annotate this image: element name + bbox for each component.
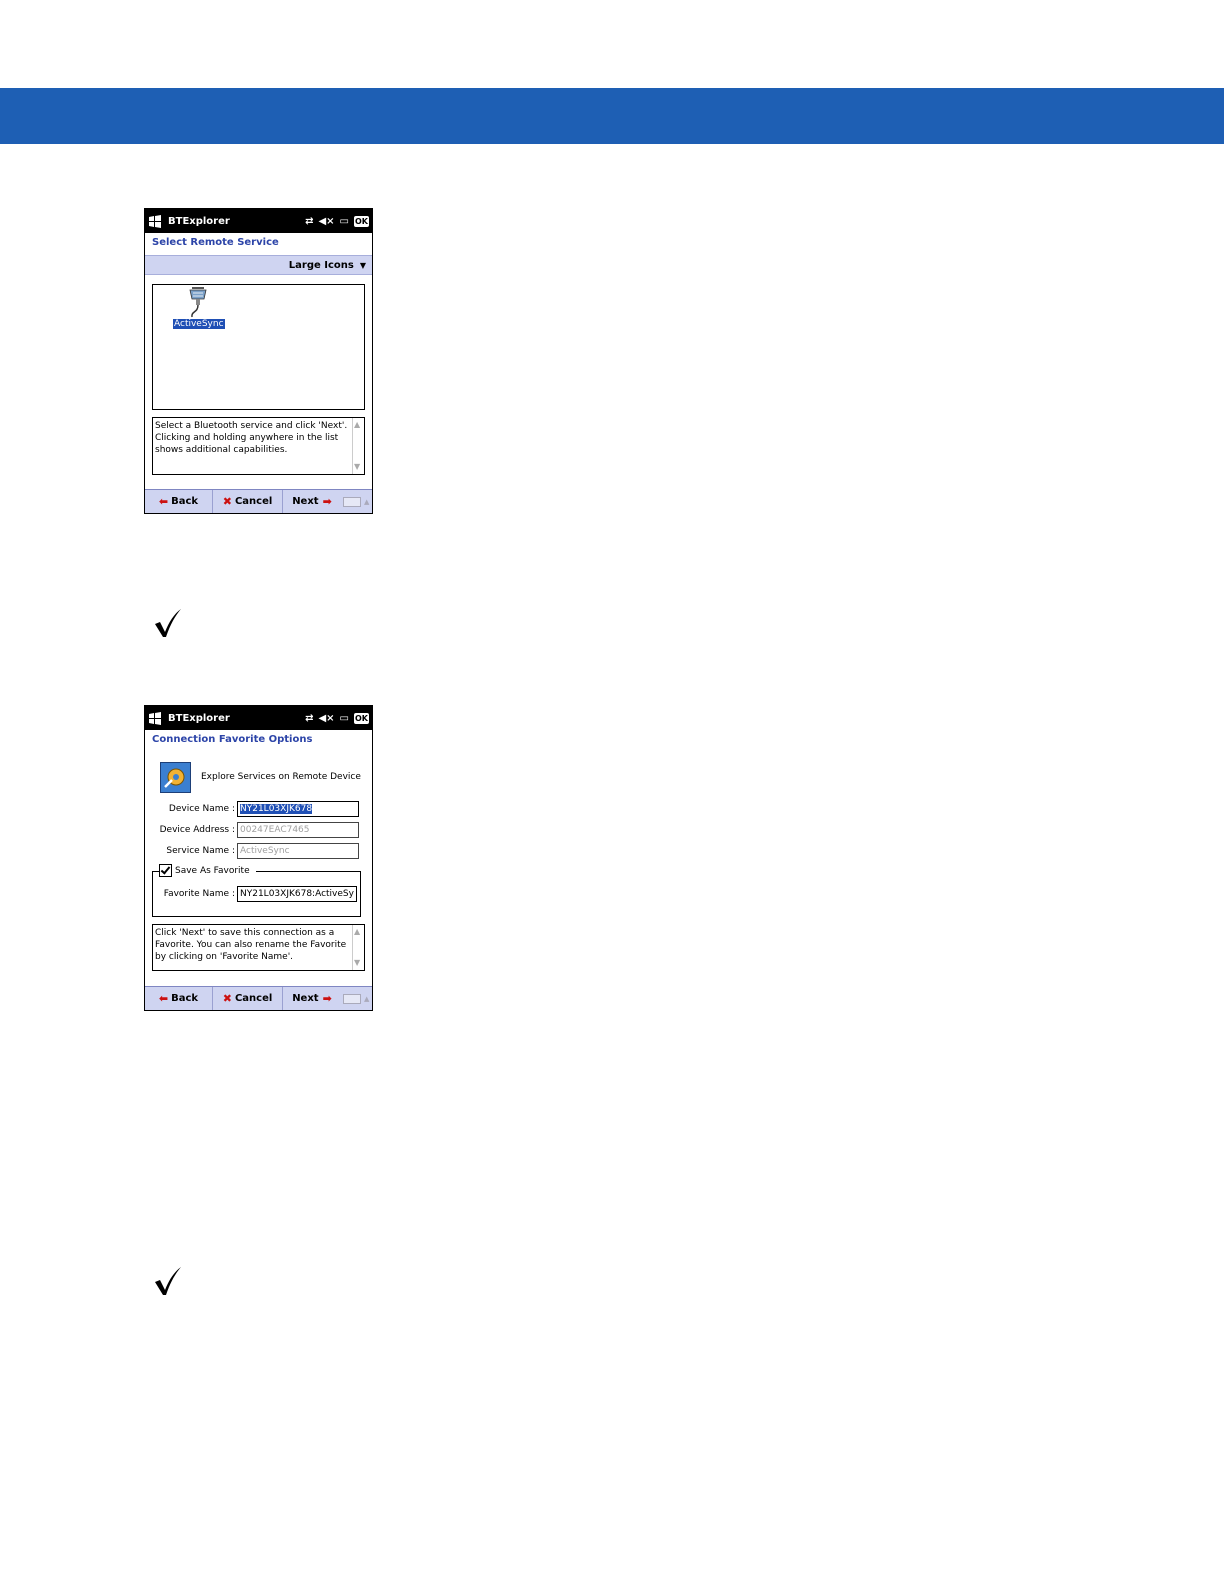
- app-title: BTExplorer: [168, 215, 230, 227]
- service-item-activesync[interactable]: ActiveSync: [173, 319, 225, 329]
- screen-connection-favorite-options: BTExplorer ⇄ ◀× ▭ OK Connection Favorite…: [144, 705, 373, 1011]
- cancel-button[interactable]: ✖ Cancel: [213, 490, 283, 513]
- help-text: Select a Bluetooth service and click 'Ne…: [155, 421, 348, 455]
- keyboard-icon[interactable]: [343, 496, 361, 507]
- soft-key-bar: ⬅ Back ✖ Cancel Next ➡ ▲: [145, 489, 372, 513]
- back-label: Back: [171, 496, 199, 507]
- connectivity-icon[interactable]: ⇄: [305, 216, 313, 227]
- ok-button[interactable]: OK: [354, 215, 369, 227]
- back-button[interactable]: ⬅ Back: [145, 490, 213, 513]
- title-bar: BTExplorer ⇄ ◀× ▭ OK: [145, 706, 372, 730]
- service-list[interactable]: ActiveSync: [152, 284, 365, 410]
- note-checkmark-icon: [155, 609, 181, 637]
- explore-services-gear-icon: [160, 761, 191, 793]
- next-label: Next: [292, 993, 319, 1004]
- favorite-name-label: Favorite Name :: [163, 889, 235, 899]
- scroll-down-icon[interactable]: ▼: [354, 957, 360, 969]
- save-favorite-checkbox-row[interactable]: Save As Favorite: [159, 864, 256, 877]
- view-mode-label: Large Icons: [288, 259, 354, 271]
- speaker-muted-icon[interactable]: ◀×: [318, 216, 334, 227]
- view-mode-dropdown[interactable]: Large Icons ▼: [145, 255, 372, 275]
- battery-icon[interactable]: ▭: [340, 216, 349, 227]
- service-name-row: Service Name : ActiveSync: [145, 840, 372, 861]
- speaker-muted-icon[interactable]: ◀×: [318, 713, 334, 724]
- next-button[interactable]: Next ➡: [283, 987, 341, 1010]
- note-checkmark-icon: [155, 1267, 181, 1295]
- save-favorite-label: Save As Favorite: [175, 865, 250, 876]
- explore-services-label: Explore Services on Remote Device: [201, 772, 361, 782]
- help-text-box: Select a Bluetooth service and click 'Ne…: [152, 417, 365, 475]
- connectivity-icon[interactable]: ⇄: [305, 713, 313, 724]
- chevron-down-icon: ▼: [359, 260, 366, 270]
- back-label: Back: [171, 993, 199, 1004]
- next-label: Next: [292, 496, 319, 507]
- scroll-down-icon[interactable]: ▼: [354, 461, 360, 473]
- screen-select-remote-service: BTExplorer ⇄ ◀× ▭ OK Select Remote Servi…: [144, 208, 373, 514]
- device-address-field: 00247EAC7465: [237, 821, 359, 838]
- device-address-row: Device Address : 00247EAC7465: [145, 819, 372, 840]
- ok-button[interactable]: OK: [354, 712, 369, 724]
- help-scrollbar[interactable]: ▲ ▼: [352, 925, 364, 970]
- device-name-value: NY21L03XJK678: [240, 803, 313, 814]
- soft-key-bar: ⬅ Back ✖ Cancel Next ➡ ▲: [145, 986, 372, 1010]
- scroll-up-icon[interactable]: ▲: [354, 419, 360, 431]
- device-address-label: Device Address :: [159, 824, 235, 835]
- scroll-up-icon[interactable]: ▲: [354, 926, 360, 938]
- app-title: BTExplorer: [168, 712, 230, 724]
- cancel-label: Cancel: [234, 993, 273, 1004]
- cancel-button[interactable]: ✖ Cancel: [213, 987, 283, 1010]
- next-arrow-icon: ➡: [322, 495, 332, 508]
- page-title: Select Remote Service: [152, 237, 279, 248]
- next-arrow-icon: ➡: [322, 992, 332, 1005]
- close-icon: ✖: [222, 992, 232, 1005]
- battery-icon[interactable]: ▭: [340, 713, 349, 724]
- service-name-field: ActiveSync: [237, 842, 359, 859]
- cancel-label: Cancel: [234, 496, 273, 507]
- save-favorite-group: Save As Favorite Favorite Name : NY21L03…: [152, 864, 361, 917]
- device-name-row: Device Name : NY21L03XJK678: [145, 798, 372, 819]
- activesync-plug-icon[interactable]: [187, 287, 209, 319]
- header-banner: [0, 88, 1224, 144]
- title-bar: BTExplorer ⇄ ◀× ▭ OK: [145, 209, 372, 233]
- next-button[interactable]: Next ➡: [283, 490, 341, 513]
- keyboard-up-icon[interactable]: ▲: [364, 995, 369, 1003]
- back-arrow-icon: ⬅: [158, 495, 169, 508]
- device-name-field[interactable]: NY21L03XJK678: [237, 800, 359, 817]
- help-scrollbar[interactable]: ▲ ▼: [352, 418, 364, 474]
- keyboard-icon[interactable]: [343, 993, 361, 1004]
- back-button[interactable]: ⬅ Back: [145, 987, 213, 1010]
- keyboard-up-icon[interactable]: ▲: [364, 498, 369, 506]
- windows-start-icon[interactable]: [148, 214, 162, 228]
- favorite-name-row: Favorite Name : NY21L03XJK678:ActiveSy: [153, 886, 357, 902]
- service-name-label: Service Name :: [166, 845, 235, 856]
- explore-services-row: Explore Services on Remote Device: [145, 752, 372, 793]
- close-icon: ✖: [222, 495, 232, 508]
- save-favorite-checkbox[interactable]: [159, 864, 172, 877]
- favorite-name-field[interactable]: NY21L03XJK678:ActiveSy: [237, 886, 357, 902]
- help-text-box: Click 'Next' to save this connection as …: [152, 924, 365, 971]
- back-arrow-icon: ⬅: [158, 992, 169, 1005]
- device-name-label: Device Name :: [168, 803, 235, 814]
- windows-start-icon[interactable]: [148, 711, 162, 725]
- page-title: Connection Favorite Options: [152, 734, 313, 745]
- help-text: Click 'Next' to save this connection as …: [155, 928, 347, 962]
